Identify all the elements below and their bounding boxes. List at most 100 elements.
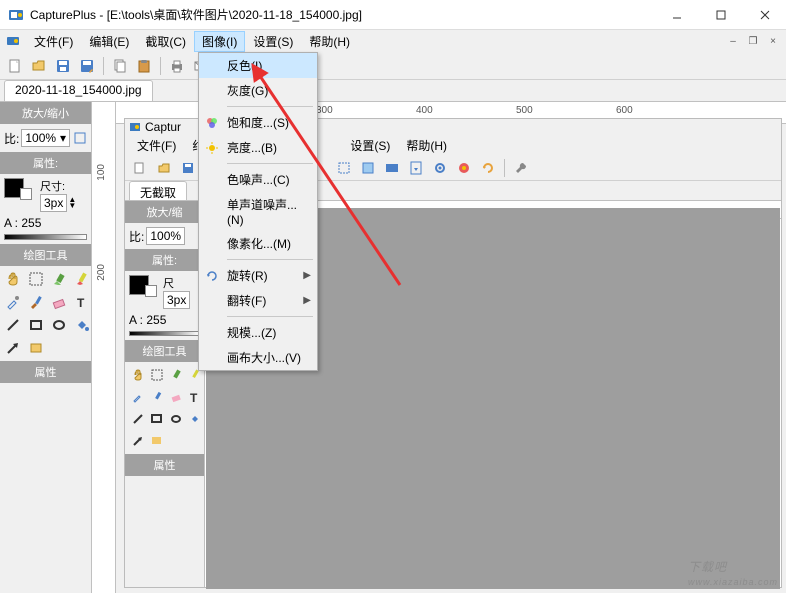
filled-rect-tool-icon[interactable] bbox=[26, 338, 46, 358]
menu-item-color-noise[interactable]: 色噪声...(C) bbox=[199, 167, 317, 192]
eraser-tool-icon[interactable] bbox=[49, 292, 69, 312]
ratio-label: 比: bbox=[4, 130, 19, 147]
attrib-panel-header: 属性: bbox=[0, 152, 91, 174]
menu-item-flip[interactable]: 翻转(F)▶ bbox=[199, 288, 317, 313]
menu-settings[interactable]: 设置(S) bbox=[245, 31, 301, 52]
copy-button[interactable] bbox=[109, 55, 131, 77]
ellipse-tool-icon[interactable] bbox=[166, 409, 186, 429]
menu-separator bbox=[227, 163, 313, 164]
app-icon-inner bbox=[129, 121, 141, 133]
menu-file[interactable]: 文件(F) bbox=[26, 31, 81, 52]
ruler-tick: 100 bbox=[96, 164, 107, 181]
text-tool-icon[interactable]: T bbox=[185, 387, 205, 407]
rect-tool-icon[interactable] bbox=[26, 315, 46, 335]
toolbar-separator bbox=[160, 57, 161, 75]
color-swatch-background[interactable] bbox=[20, 188, 32, 200]
menu-item-invert[interactable]: 反色(I) bbox=[199, 53, 317, 78]
paste-button[interactable] bbox=[133, 55, 155, 77]
line-tool-icon[interactable] bbox=[3, 315, 23, 335]
menu-item-canvas-size[interactable]: 画布大小...(V) bbox=[199, 345, 317, 370]
highlighter-tool-icon[interactable] bbox=[166, 365, 186, 385]
tools-panel-header: 绘图工具 bbox=[0, 244, 91, 266]
alpha-slider[interactable] bbox=[4, 234, 87, 240]
menu-item-brightness[interactable]: 亮度...(B) bbox=[199, 135, 317, 160]
inner-menu-help[interactable]: 帮助(H) bbox=[398, 135, 455, 156]
rect-tool-icon[interactable] bbox=[147, 409, 167, 429]
capture-window-icon[interactable] bbox=[357, 157, 379, 179]
filled-rect-tool-icon[interactable] bbox=[147, 431, 167, 451]
menu-item-saturation[interactable]: 饱和度...(S) bbox=[199, 110, 317, 135]
document-tab[interactable]: 2020-11-18_154000.jpg bbox=[4, 80, 153, 101]
hand-tool-icon[interactable] bbox=[3, 269, 23, 289]
hand-tool-icon[interactable] bbox=[128, 365, 148, 385]
ruler-tick: 600 bbox=[616, 105, 633, 116]
fill-tool-icon[interactable] bbox=[72, 315, 92, 335]
brush-tool-icon[interactable] bbox=[147, 387, 167, 407]
marker-tool-icon[interactable] bbox=[72, 269, 92, 289]
open-button[interactable] bbox=[153, 157, 175, 179]
fill-tool-icon[interactable] bbox=[185, 409, 205, 429]
minimize-button[interactable] bbox=[664, 5, 690, 25]
inner-size-input[interactable]: 3px bbox=[163, 291, 190, 309]
eraser-tool-icon[interactable] bbox=[166, 387, 186, 407]
menu-item-scale[interactable]: 规模...(Z) bbox=[199, 320, 317, 345]
inner-menu-settings[interactable]: 设置(S) bbox=[342, 135, 398, 156]
alpha-label: A : bbox=[4, 216, 18, 230]
inner-alpha-value: 255 bbox=[146, 313, 166, 327]
zoom-panel-header: 放大/缩小 bbox=[0, 102, 91, 124]
picker-tool-icon[interactable] bbox=[128, 387, 148, 407]
inner-ratio-label: 比: bbox=[129, 228, 144, 245]
left-panel-outer: 放大/缩小 比: 100%▾ 属性: 尺寸: 3px ▲▼ bbox=[0, 102, 92, 593]
saveas-button[interactable] bbox=[76, 55, 98, 77]
close-button[interactable] bbox=[752, 5, 778, 25]
ellipse-tool-icon[interactable] bbox=[49, 315, 69, 335]
inner-zoom-select[interactable]: 100% bbox=[146, 227, 185, 245]
text-tool-icon[interactable]: T bbox=[72, 292, 92, 312]
menu-item-rotate[interactable]: 旋转(R)▶ bbox=[199, 263, 317, 288]
tool-grid: T bbox=[0, 266, 91, 361]
new-button[interactable] bbox=[129, 157, 151, 179]
open-button[interactable] bbox=[28, 55, 50, 77]
size-input[interactable]: 3px bbox=[40, 194, 67, 212]
arrow-tool-icon[interactable] bbox=[128, 431, 148, 451]
spinner-up-icon[interactable]: ▲▼ bbox=[68, 197, 76, 209]
highlighter-tool-icon[interactable] bbox=[49, 269, 69, 289]
menu-item-mono-noise[interactable]: 单声道噪声...(N) bbox=[199, 192, 317, 231]
arrow-tool-icon[interactable] bbox=[3, 338, 23, 358]
mdi-minimize-button[interactable]: – bbox=[726, 35, 740, 47]
capture-scroll-icon[interactable] bbox=[405, 157, 427, 179]
zoom-select[interactable]: 100%▾ bbox=[21, 129, 70, 147]
menu-image[interactable]: 图像(I) bbox=[194, 31, 245, 52]
capture-region-icon[interactable] bbox=[333, 157, 355, 179]
menu-item-pixelate[interactable]: 像素化...(M) bbox=[199, 231, 317, 256]
color-gear-icon[interactable] bbox=[453, 157, 475, 179]
select-tool-icon[interactable] bbox=[147, 365, 167, 385]
refresh-icon[interactable] bbox=[477, 157, 499, 179]
picker-tool-icon[interactable] bbox=[3, 292, 23, 312]
mdi-close-button[interactable]: × bbox=[766, 35, 780, 47]
new-button[interactable] bbox=[4, 55, 26, 77]
print-button[interactable] bbox=[166, 55, 188, 77]
save-button[interactable] bbox=[177, 157, 199, 179]
mdi-restore-button[interactable]: ❐ bbox=[746, 35, 760, 47]
menu-capture[interactable]: 截取(C) bbox=[137, 31, 194, 52]
save-button[interactable] bbox=[52, 55, 74, 77]
line-tool-icon[interactable] bbox=[128, 409, 148, 429]
inner-alpha-slider[interactable] bbox=[129, 331, 200, 336]
menu-help[interactable]: 帮助(H) bbox=[301, 31, 358, 52]
toolbar-separator bbox=[504, 159, 505, 177]
menu-edit[interactable]: 编辑(E) bbox=[81, 31, 137, 52]
wrench-icon[interactable] bbox=[510, 157, 532, 179]
brush-tool-icon[interactable] bbox=[26, 292, 46, 312]
window-controls bbox=[664, 5, 778, 25]
inner-swatch-bg[interactable] bbox=[145, 285, 157, 297]
maximize-button[interactable] bbox=[708, 5, 734, 25]
capture-full-icon[interactable] bbox=[381, 157, 403, 179]
inner-menu-file[interactable]: 文件(F) bbox=[129, 135, 184, 156]
inner-zoom-header: 放大/缩 bbox=[125, 201, 204, 223]
select-tool-icon[interactable] bbox=[26, 269, 46, 289]
menu-item-grayscale[interactable]: 灰度(G) bbox=[199, 78, 317, 103]
gear-icon[interactable] bbox=[429, 157, 451, 179]
inner-no-capture-tab[interactable]: 无截取 bbox=[129, 181, 187, 200]
zoom-fit-icon[interactable] bbox=[72, 128, 87, 148]
